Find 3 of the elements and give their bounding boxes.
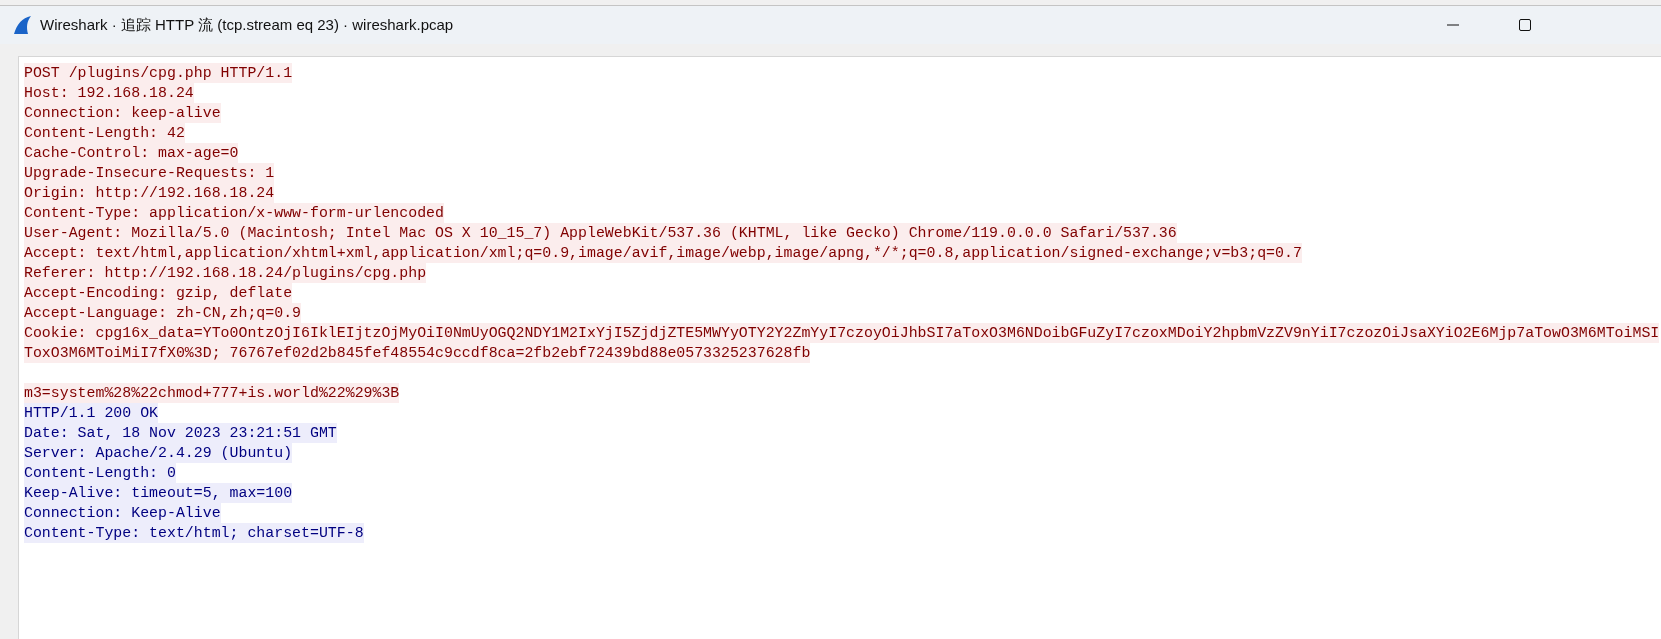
maximize-icon [1519,19,1531,31]
window-title: Wireshark · 追踪 HTTP 流 (tcp.stream eq 23) · wireshark.pcap [40,15,455,35]
shark-fin-icon [12,15,32,35]
